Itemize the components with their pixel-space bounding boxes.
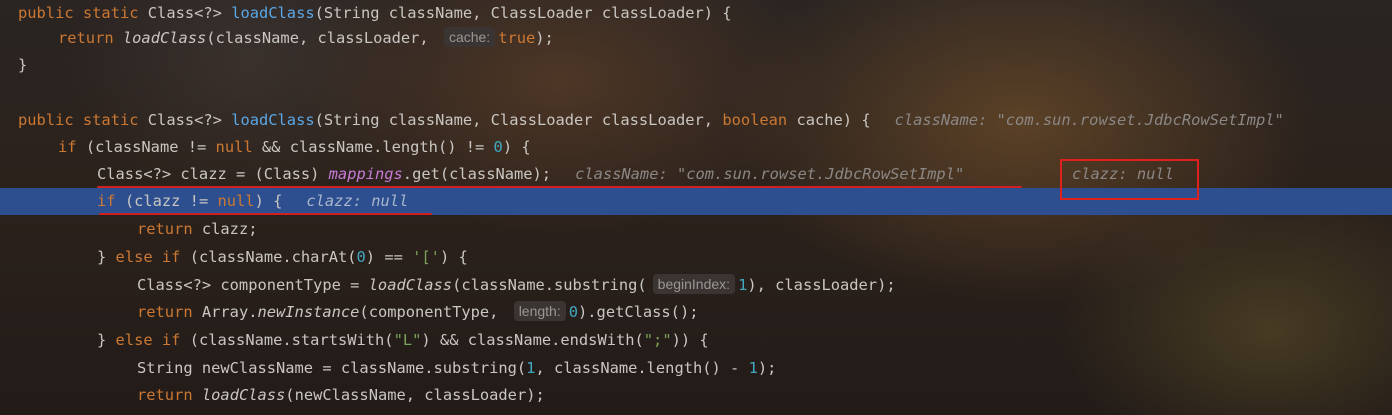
code-line-14: String newClassName = className.substrin… [0, 355, 1392, 382]
args: (className, classLoader, [206, 29, 438, 47]
expr: clazz; [192, 220, 258, 238]
keyword: return [58, 29, 114, 47]
keyword: static [82, 4, 139, 22]
type: Class<?> [147, 4, 222, 22]
string-literal: ";" [643, 331, 672, 349]
expr: (className.substring( [452, 276, 647, 294]
code-line-12: return Array.newInstance(componentType, … [0, 299, 1392, 326]
expr: (componentType, [359, 303, 508, 321]
keyword: public [18, 4, 74, 22]
field-name: mappings [328, 165, 403, 183]
expr: Array. [192, 303, 258, 321]
code-line-6: if (className != null && className.lengt… [0, 134, 1392, 161]
inline-debug-value: clazz: null [306, 192, 409, 210]
code-line-5: public static Class<?> loadClass(String … [0, 107, 1392, 134]
punct: ); [535, 29, 554, 47]
method-call: loadClass [122, 29, 207, 47]
expr: (clazz != [115, 192, 218, 210]
code-line-1: public static Class<?> loadClass(String … [0, 0, 1392, 27]
number: 1 [738, 276, 748, 294]
number: 0 [568, 303, 579, 321]
expr: ).getClass(); [578, 303, 699, 321]
annotation-underline [99, 213, 432, 215]
expr: ) == [365, 248, 413, 266]
keyword: return [137, 303, 193, 321]
method-call: .get(className); [402, 165, 552, 183]
inline-debug-value: className: "com.sun.rowset.JdbcRowSetImp… [894, 111, 1284, 129]
expr: )) { [671, 331, 709, 349]
declaration: Class<?> componentType = [137, 276, 369, 294]
parameter-hint: length: [513, 301, 566, 321]
string-literal: '[' [412, 248, 440, 266]
expr: ), classLoader); [747, 276, 896, 294]
expr: ) { [502, 138, 531, 156]
keyword: null [215, 138, 253, 156]
keyword: return [137, 220, 193, 238]
inline-debug-value: clazz: null [1072, 165, 1174, 183]
declaration: String newClassName = className.substrin… [137, 359, 527, 377]
keyword: null [217, 192, 255, 210]
keyword: if [161, 331, 181, 349]
code-line-11: Class<?> componentType = loadClass(class… [0, 272, 1392, 299]
number: 0 [493, 138, 503, 156]
expr: , className.length() - [535, 359, 749, 377]
keyword: static [82, 111, 139, 129]
method-call: loadClass [368, 276, 453, 294]
type: Class<?> [147, 111, 222, 129]
brace: } [97, 331, 116, 349]
method-call: loadClass [201, 386, 286, 404]
inline-debug-value: className: "com.sun.rowset.JdbcRowSetImp… [575, 165, 965, 183]
code-line-13: } else if (className.startsWith("L") && … [0, 327, 1392, 354]
code-line-15: return loadClass(newClassName, classLoad… [0, 382, 1392, 409]
keyword: true [498, 29, 536, 47]
brace: } [18, 56, 28, 74]
parameter-hint: cache: [443, 27, 496, 47]
expr: ) { [254, 192, 283, 210]
keyword: if [161, 248, 181, 266]
annotation-underline [97, 186, 1022, 188]
expr: (className.charAt( [180, 248, 357, 266]
params: (String className, ClassLoader classLoad… [314, 111, 723, 129]
keyword: if [58, 138, 77, 156]
keyword: return [137, 386, 193, 404]
keyword: else [115, 248, 153, 266]
expr: ) && className.endsWith( [421, 331, 644, 349]
number: 1 [748, 359, 758, 377]
keyword: boolean [722, 111, 788, 129]
code-line-3: } [0, 52, 1392, 79]
number: 0 [356, 248, 366, 266]
keyword: public [18, 111, 74, 129]
expr: && className.length() != [252, 138, 494, 156]
declaration: Class<?> clazz = (Class) [97, 165, 329, 183]
string-literal: "L" [393, 331, 422, 349]
code-line-9: return clazz; [0, 216, 1392, 243]
method-name: loadClass [231, 4, 315, 22]
expr: ) { [439, 248, 468, 266]
expr: ); [757, 359, 777, 377]
params: cache) { [787, 111, 871, 129]
parameter-hint: beginIndex: [652, 274, 736, 294]
method-call: newInstance [257, 303, 360, 321]
expr: (className != [76, 138, 216, 156]
expr: (className.startsWith( [180, 331, 394, 349]
params: (String className, ClassLoader classLoad… [314, 4, 732, 22]
method-name: loadClass [231, 111, 315, 129]
code-editor[interactable]: public static Class<?> loadClass(String … [0, 0, 1392, 415]
brace: } [97, 248, 116, 266]
expr: (newClassName, classLoader); [285, 386, 545, 404]
keyword: if [97, 192, 116, 210]
code-line-10: } else if (className.charAt(0) == '[') { [0, 244, 1392, 271]
code-line-2: return loadClass(className, classLoader,… [0, 25, 1392, 52]
keyword: else [115, 331, 153, 349]
